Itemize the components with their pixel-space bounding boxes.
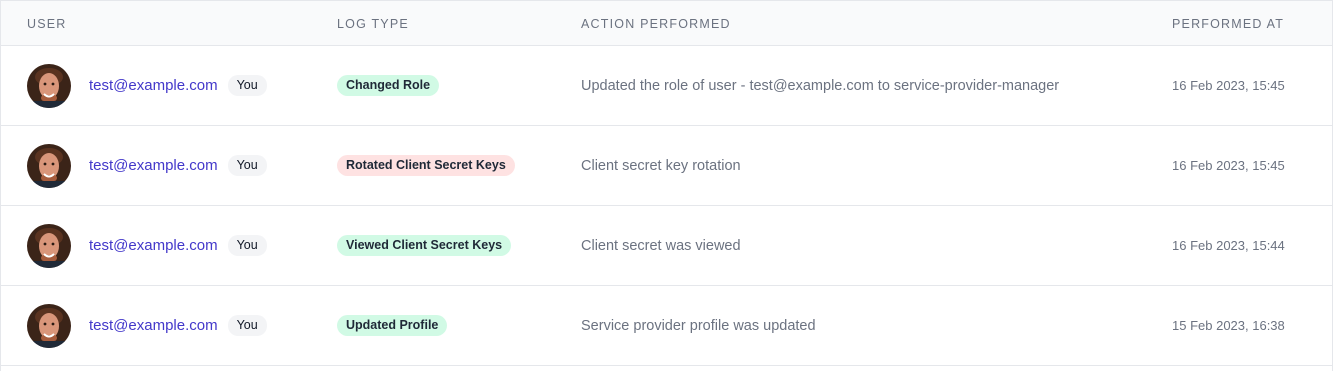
log-type-badge: Viewed Client Secret Keys	[337, 235, 512, 256]
log-type-badge: Changed Role	[337, 75, 440, 96]
user-email-link[interactable]: test@example.com	[89, 237, 218, 254]
timestamp-cell: 16 Feb 2023, 15:45	[1172, 126, 1285, 205]
action-text: Client secret was viewed	[581, 237, 741, 254]
timestamp-cell: 16 Feb 2023, 15:44	[1172, 206, 1285, 285]
you-badge: You	[227, 315, 267, 336]
timestamp-text: 16 Feb 2023, 15:45	[1172, 78, 1285, 93]
action-text: Service provider profile was updated	[581, 317, 816, 334]
table-header: User Log Type Action Performed Performed…	[1, 0, 1332, 46]
user-cell: test@example.com You	[27, 46, 267, 125]
avatar	[27, 63, 71, 108]
action-cell: Updated the role of user - test@example.…	[581, 46, 1059, 125]
column-header-performed-at: Performed At	[1172, 17, 1285, 31]
timestamp-text: 16 Feb 2023, 15:44	[1172, 238, 1285, 253]
avatar	[27, 303, 71, 348]
timestamp-cell: 15 Feb 2023, 16:38	[1172, 286, 1285, 365]
log-type-cell: Rotated Client Secret Keys	[337, 126, 515, 205]
log-type-cell: Updated Profile	[337, 286, 448, 365]
you-badge: You	[227, 155, 267, 176]
timestamp-text: 15 Feb 2023, 16:38	[1172, 318, 1285, 333]
column-header-user: User	[27, 17, 67, 31]
action-cell: Client secret key rotation	[581, 126, 741, 205]
table-row: test@example.com You Rotated Client Secr…	[1, 126, 1332, 206]
log-type-cell: Viewed Client Secret Keys	[337, 206, 512, 285]
you-badge: You	[227, 75, 267, 96]
action-cell: Client secret was viewed	[581, 206, 741, 285]
user-email-link[interactable]: test@example.com	[89, 77, 218, 94]
you-badge: You	[227, 235, 267, 256]
log-type-cell: Changed Role	[337, 46, 440, 125]
column-header-log-type: Log Type	[337, 17, 409, 31]
action-text: Client secret key rotation	[581, 157, 741, 174]
log-type-badge: Rotated Client Secret Keys	[337, 155, 515, 176]
avatar	[27, 143, 71, 188]
user-email-link[interactable]: test@example.com	[89, 157, 218, 174]
action-text: Updated the role of user - test@example.…	[581, 77, 1060, 94]
log-type-badge: Updated Profile	[337, 315, 448, 336]
user-cell: test@example.com You	[27, 206, 267, 285]
table-row: test@example.com You Updated Profile Ser…	[1, 286, 1332, 366]
column-header-action: Action Performed	[581, 17, 731, 31]
avatar	[27, 223, 71, 268]
action-cell: Service provider profile was updated	[581, 286, 816, 365]
table-row: test@example.com You Viewed Client Secre…	[1, 206, 1332, 286]
audit-log-table: User Log Type Action Performed Performed…	[0, 0, 1333, 371]
timestamp-cell: 16 Feb 2023, 15:45	[1172, 46, 1285, 125]
user-email-link[interactable]: test@example.com	[89, 317, 218, 334]
timestamp-text: 16 Feb 2023, 15:45	[1172, 158, 1285, 173]
user-cell: test@example.com You	[27, 126, 267, 205]
user-cell: test@example.com You	[27, 286, 267, 365]
table-row: test@example.com You Changed Role Update…	[1, 46, 1332, 126]
